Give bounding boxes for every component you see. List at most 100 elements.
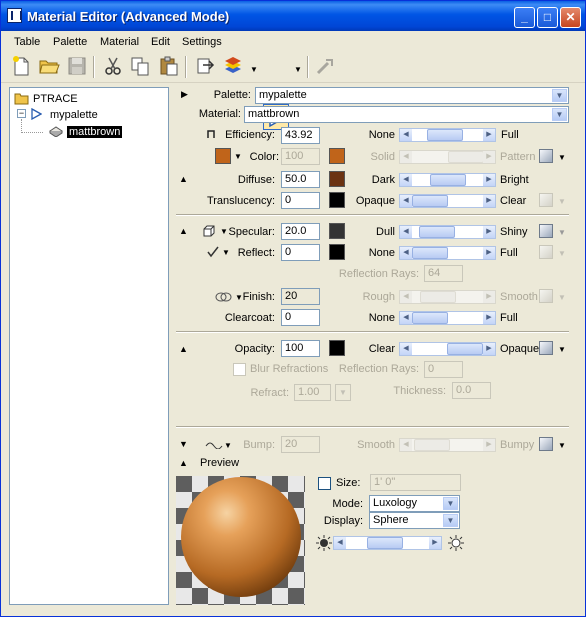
pattern-map-icon[interactable] (539, 149, 553, 163)
slider-right-icon[interactable]: ▶ (483, 312, 495, 324)
title-bar[interactable]: Material Editor (Advanced Mode) _ □ ✕ (1, 1, 585, 31)
slider-left-icon[interactable]: ◀ (400, 312, 412, 324)
finish-map-dropdown-icon: ▼ (558, 293, 566, 302)
expand-triangle-icon[interactable]: ▼ (179, 439, 188, 449)
translucency-slider[interactable]: ◀ ▶ (399, 194, 496, 208)
slider-thumb[interactable] (419, 226, 455, 238)
refraction-rays-field: 0 (424, 361, 463, 378)
tree-palette[interactable]: mypalette (50, 109, 98, 121)
finish-field[interactable]: 20 (281, 288, 320, 305)
slider-thumb[interactable] (367, 537, 403, 549)
specular-slider[interactable]: ◀ ▶ (399, 225, 496, 239)
reflect-field[interactable]: 0 (281, 244, 320, 261)
slider-left-icon[interactable]: ◀ (400, 195, 412, 207)
apply-icon[interactable] (314, 55, 336, 77)
slider-left-icon[interactable]: ◀ (400, 343, 412, 355)
palette-select[interactable]: mypalette ▼ (255, 87, 569, 104)
clearcoat-slider[interactable]: ◀ ▶ (399, 311, 496, 325)
diffuse-field[interactable]: 50.0 (281, 171, 320, 188)
pattern-dropdown-icon[interactable]: ▼ (558, 153, 566, 162)
opacity-swatch[interactable] (329, 340, 345, 356)
efficiency-field[interactable]: 43.92 (281, 127, 320, 144)
collapse-triangle-icon[interactable]: ▲ (179, 458, 188, 468)
diffuse-slider[interactable]: ◀ ▶ (399, 173, 496, 187)
slider-right-icon[interactable]: ▶ (483, 226, 495, 238)
efficiency-label: Efficiency: (225, 129, 275, 141)
slider-thumb[interactable] (430, 174, 466, 186)
size-checkbox[interactable] (318, 477, 331, 490)
opacity-map-icon[interactable] (539, 341, 553, 355)
maximize-button[interactable]: □ (537, 7, 558, 28)
slider-left-icon[interactable]: ◀ (400, 226, 412, 238)
collapse-icon[interactable]: − (17, 109, 26, 118)
cut-icon[interactable] (102, 55, 124, 77)
chevron-down-icon[interactable]: ▼ (552, 89, 567, 102)
mode-select-value: Luxology (373, 497, 418, 509)
slider-right-icon[interactable]: ▶ (483, 195, 495, 207)
display-select[interactable]: Sphere ▼ (369, 512, 460, 529)
slider-left-icon[interactable]: ◀ (400, 129, 412, 141)
slider-thumb[interactable] (412, 247, 448, 259)
close-button[interactable]: ✕ (560, 7, 581, 28)
light-slider[interactable]: ◀ ▶ (333, 536, 442, 550)
slider-right-icon[interactable]: ▶ (429, 537, 441, 549)
collapse-triangle-icon[interactable]: ▲ (179, 174, 188, 184)
material-select[interactable]: mattbrown ▼ (244, 106, 569, 123)
clearcoat-field[interactable]: 0 (281, 309, 320, 326)
opacity-map-dropdown-icon[interactable]: ▼ (558, 345, 566, 354)
slider-thumb[interactable] (412, 312, 448, 324)
translucency-field[interactable]: 0 (281, 192, 320, 209)
slider-left-icon[interactable]: ◀ (400, 174, 412, 186)
chevron-down-icon[interactable]: ▼ (552, 108, 567, 121)
slider-right-icon[interactable]: ▶ (483, 174, 495, 186)
new-icon[interactable] (10, 55, 32, 77)
slider-left-icon: ◀ (400, 291, 412, 303)
specular-map-icon[interactable] (539, 224, 553, 238)
reflect-slider[interactable]: ◀ ▶ (399, 246, 496, 260)
specular-swatch[interactable] (329, 223, 345, 239)
slider-right-icon[interactable]: ▶ (483, 247, 495, 259)
translucency-swatch[interactable] (329, 192, 345, 208)
slider-right-icon[interactable]: ▶ (483, 343, 495, 355)
assign-material-icon[interactable] (194, 55, 216, 77)
bump-icon (205, 442, 223, 449)
collapse-triangle-icon[interactable]: ▲ (179, 226, 188, 236)
open-folder-icon[interactable] (38, 55, 60, 77)
menu-settings[interactable]: Settings (182, 36, 222, 48)
mode-select[interactable]: Luxology ▼ (369, 495, 460, 512)
bump-map-dropdown-icon[interactable]: ▼ (558, 441, 566, 450)
slider-left-icon[interactable]: ◀ (400, 247, 412, 259)
slider-thumb[interactable] (412, 195, 448, 207)
palette-dropdown-icon[interactable]: ▼ (294, 65, 302, 74)
color-swatch-button[interactable] (215, 148, 231, 164)
diffuse-swatch[interactable] (329, 171, 345, 187)
collapse-triangle-icon[interactable]: ▲ (179, 344, 188, 354)
chevron-down-icon[interactable]: ▼ (443, 514, 458, 527)
slider-thumb[interactable] (427, 129, 463, 141)
expand-triangle-icon[interactable]: ▶ (181, 89, 188, 100)
efficiency-slider[interactable]: ◀ ▶ (399, 128, 496, 142)
minimize-button[interactable]: _ (514, 7, 535, 28)
menu-material[interactable]: Material (100, 36, 139, 48)
menu-table[interactable]: Table (14, 36, 40, 48)
layers-icon[interactable] (222, 55, 244, 77)
color-swatch[interactable] (329, 148, 345, 164)
layers-dropdown-icon[interactable]: ▼ (250, 65, 258, 74)
slider-left-icon[interactable]: ◀ (334, 537, 346, 549)
reflect-swatch[interactable] (329, 244, 345, 260)
specular-map-dropdown-icon[interactable]: ▼ (558, 228, 566, 237)
opacity-slider[interactable]: ◀ ▶ (399, 342, 496, 356)
tree-root[interactable]: PTRACE (33, 93, 78, 105)
chevron-down-icon[interactable]: ▼ (443, 497, 458, 510)
paste-icon[interactable] (158, 55, 180, 77)
slider-thumb[interactable] (447, 343, 483, 355)
copy-icon[interactable] (129, 55, 151, 77)
menu-edit[interactable]: Edit (151, 36, 170, 48)
bump-map-icon[interactable] (539, 437, 553, 451)
save-icon[interactable] (66, 55, 88, 77)
menu-palette[interactable]: Palette (53, 36, 87, 48)
tree-material[interactable]: mattbrown (67, 126, 123, 138)
slider-right-icon[interactable]: ▶ (483, 129, 495, 141)
specular-field[interactable]: 20.0 (281, 223, 320, 240)
opacity-field[interactable]: 100 (281, 340, 320, 357)
